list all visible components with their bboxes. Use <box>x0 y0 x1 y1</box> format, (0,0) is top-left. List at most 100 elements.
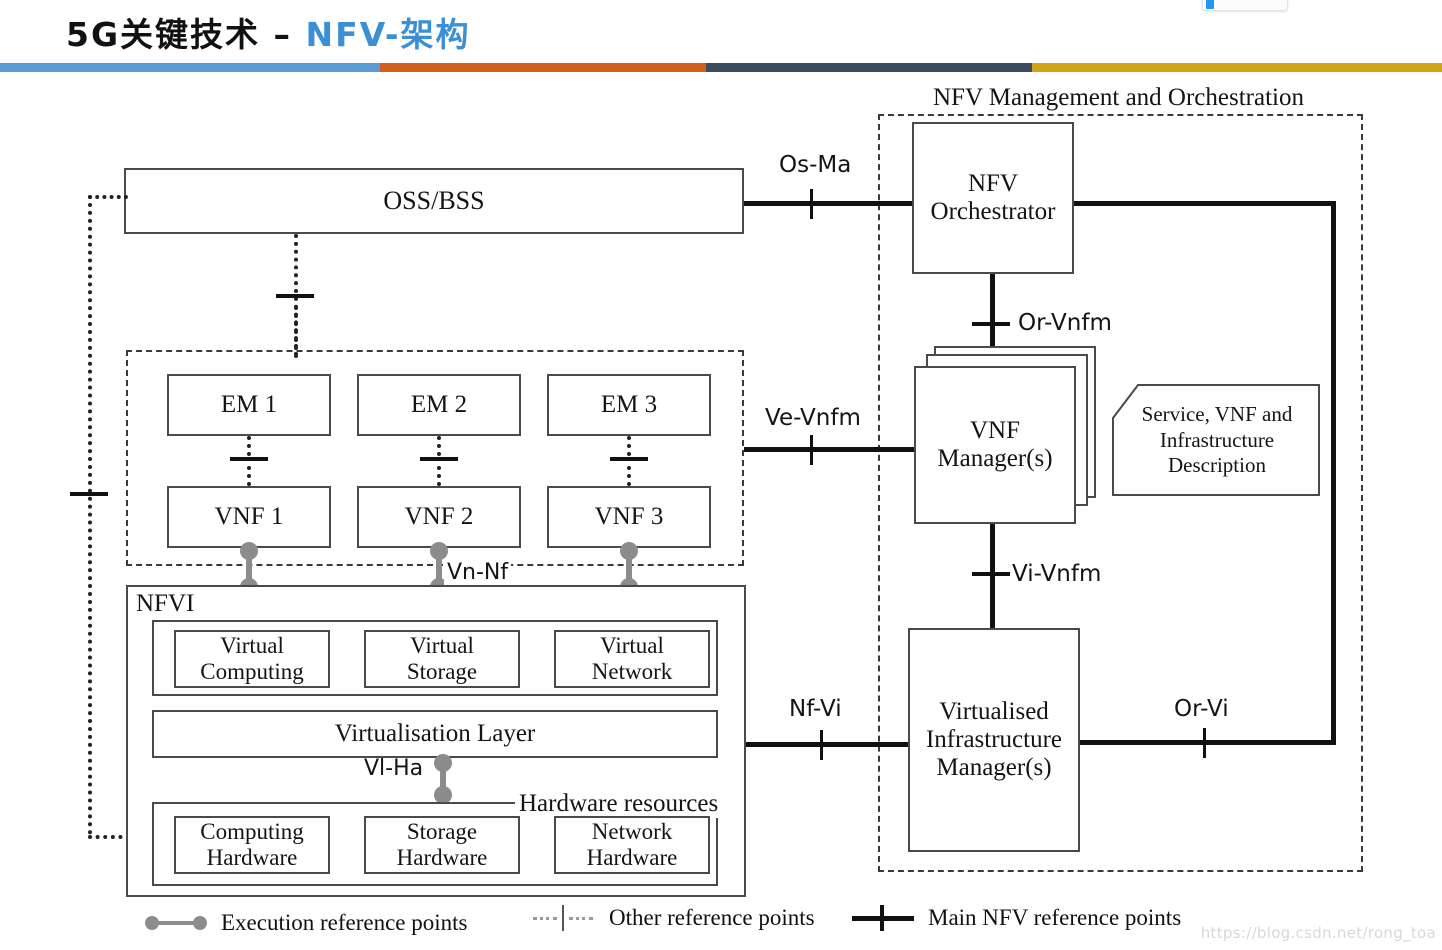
em2-vnf2-dotted-a <box>437 436 441 456</box>
vim-box[interactable]: Virtualised Infrastructure Manager(s) <box>908 628 1080 852</box>
nfvi-label: NFVI <box>134 590 197 618</box>
vl-ha-connector <box>434 754 452 804</box>
em1-vnf1-dotted-b <box>247 466 251 486</box>
or-vi-line-top <box>1074 201 1336 206</box>
computing-hardware-line-2: Hardware <box>206 845 298 870</box>
vn-nf-label: Vn-Nf <box>444 560 512 585</box>
vnf-manager-line-2: Manager(s) <box>937 445 1053 472</box>
vl-ha-label: Vl-Ha <box>364 756 424 781</box>
os-ma-tick <box>810 189 813 219</box>
em1-vnf1-dotted-a <box>247 436 251 456</box>
nfv-orchestrator-line-2: Orchestrator <box>930 198 1056 225</box>
page-title-main: 5G关键技术 – <box>66 15 306 54</box>
vi-vnfm-tick <box>972 572 1010 576</box>
vim-line-1: Virtualised <box>939 698 1049 725</box>
vnf-manager-box[interactable]: VNF Manager(s) <box>914 366 1076 524</box>
mano-caption: NFV Management and Orchestration <box>933 84 1304 111</box>
em-box-1[interactable]: EM 1 <box>167 374 331 436</box>
nf-vi-line <box>746 742 914 747</box>
legend-execution-label: Execution reference points <box>221 910 468 935</box>
em3-vnf3-tick <box>610 457 648 461</box>
em-label-2: EM 2 <box>410 391 468 418</box>
os-ma-line <box>744 201 912 206</box>
corner-widget[interactable] <box>1202 0 1288 11</box>
or-vi-label: Or-Vi <box>1174 696 1229 722</box>
or-vnfm-tick <box>972 322 1010 326</box>
vim-line-3: Manager(s) <box>936 754 1052 781</box>
description-box-text: Service, VNF and Infrastructure Descript… <box>1126 402 1308 479</box>
em3-vnf3-dotted-b <box>627 466 631 486</box>
vnf-box-3[interactable]: VNF 3 <box>547 486 711 548</box>
em1-vnf1-tick <box>230 457 268 461</box>
storage-hardware-line-1: Storage <box>406 819 478 845</box>
vnf-manager-line-1: VNF <box>969 417 1020 444</box>
description-line-2: Infrastructure <box>1159 427 1275 452</box>
nf-vi-tick <box>820 730 823 760</box>
nf-vi-label: Nf-Vi <box>789 696 842 722</box>
description-line-3: Description <box>1168 453 1266 478</box>
vnf-label-2: VNF 2 <box>404 503 474 530</box>
nfv-orchestrator-line-1: NFV <box>967 170 1018 197</box>
legend-main: Main NFV reference points <box>852 905 1181 931</box>
network-hardware-box[interactable]: Network Hardware <box>554 816 710 874</box>
virtual-network-line-1: Virtual <box>600 633 664 659</box>
other-reference-icon <box>533 905 595 931</box>
virtualisation-layer-box[interactable]: Virtualisation Layer <box>152 710 718 758</box>
legend-other-label: Other reference points <box>609 905 815 930</box>
virtual-storage-line-2: Storage <box>406 659 478 684</box>
vnf-label-3: VNF 3 <box>594 503 664 530</box>
em-label-3: EM 3 <box>600 391 658 418</box>
slide-root: 5G关键技术 – NFV-架构 NFV Management and Orche… <box>0 0 1442 950</box>
page-title: 5G关键技术 – NFV-架构 <box>66 8 471 56</box>
ve-vnfm-tick <box>810 435 813 465</box>
virtual-network-line-2: Network <box>591 659 673 684</box>
virtual-storage-box[interactable]: Virtual Storage <box>364 630 520 688</box>
em-box-3[interactable]: EM 3 <box>547 374 711 436</box>
corner-widget-accent <box>1206 0 1214 9</box>
rule-segment-slate <box>706 63 1032 72</box>
virtual-network-box[interactable]: Virtual Network <box>554 630 710 688</box>
or-vnfm-label: Or-Vnfm <box>1018 310 1112 336</box>
main-reference-icon <box>852 905 914 931</box>
page-title-accent: NFV-架构 <box>305 15 471 54</box>
ve-vnfm-label: Ve-Vnfm <box>765 405 861 431</box>
storage-hardware-box[interactable]: Storage Hardware <box>364 816 520 874</box>
title-rule <box>0 63 1442 72</box>
legend-execution: Execution reference points <box>145 910 468 936</box>
vnf-label-1: VNF 1 <box>214 503 284 530</box>
or-vi-line-bottom <box>1080 740 1336 745</box>
left-spine-tick <box>70 492 108 496</box>
description-line-1: Service, VNF and <box>1141 402 1293 426</box>
vnf-box-1[interactable]: VNF 1 <box>167 486 331 548</box>
vi-vnfm-line <box>990 524 995 628</box>
virtual-computing-line-2: Computing <box>200 659 304 684</box>
execution-reference-icon <box>145 915 207 931</box>
vnf-box-2[interactable]: VNF 2 <box>357 486 521 548</box>
virtual-storage-line-1: Virtual <box>410 633 474 659</box>
oss-to-em-tick <box>276 294 314 298</box>
oss-left-dotted-stub <box>88 195 128 199</box>
em3-vnf3-dotted-a <box>627 436 631 456</box>
or-vi-tick <box>1203 728 1206 758</box>
rule-segment-gold <box>1032 63 1442 72</box>
virtual-computing-box[interactable]: Virtual Computing <box>174 630 330 688</box>
computing-hardware-line-1: Computing <box>200 819 304 845</box>
os-ma-label: Os-Ma <box>779 152 852 178</box>
computing-hardware-box[interactable]: Computing Hardware <box>174 816 330 874</box>
legend-other: Other reference points <box>533 905 815 931</box>
oss-bss-box[interactable]: OSS/BSS <box>124 168 744 234</box>
virtual-computing-line-1: Virtual <box>220 633 284 659</box>
nfv-architecture-diagram: NFV Management and Orchestration OSS/BSS… <box>0 72 1442 950</box>
hardware-resources-label: Hardware resources <box>515 790 723 818</box>
left-dotted-spine <box>88 195 92 835</box>
rule-segment-blue <box>0 63 380 72</box>
oss-bss-label: OSS/BSS <box>383 186 485 216</box>
em-box-2[interactable]: EM 2 <box>357 374 521 436</box>
virtualisation-layer-label: Virtualisation Layer <box>334 720 536 747</box>
legend-main-label: Main NFV reference points <box>928 905 1182 930</box>
ve-vnfm-line <box>744 447 914 452</box>
nfv-orchestrator-box[interactable]: NFV Orchestrator <box>912 122 1074 274</box>
rule-segment-orange <box>380 63 706 72</box>
em2-vnf2-tick <box>420 457 458 461</box>
network-hardware-line-1: Network <box>591 819 673 845</box>
